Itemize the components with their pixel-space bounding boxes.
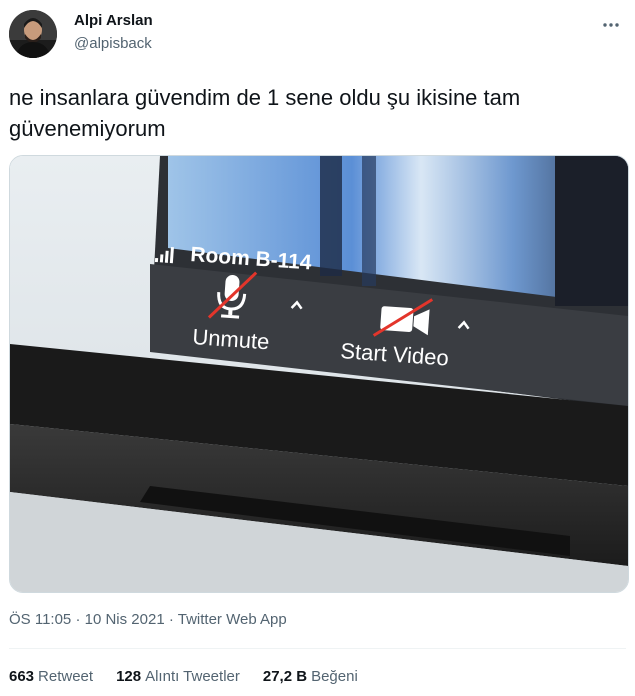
more-icon-glyph — [603, 23, 619, 27]
tweet-text: ne insanlara güvendim de 1 sene oldu şu … — [9, 85, 521, 141]
quotes-label: Alıntı Tweetler — [145, 668, 240, 685]
quotes-stat[interactable]: 128 Alıntı Tweetler — [116, 668, 240, 685]
likes-stat[interactable]: 27,2 B Beğeni — [263, 668, 358, 685]
retweets-label: Retweet — [38, 668, 94, 685]
tweet: Alpi Arslan @alpisback ne insanlara güve… — [0, 0, 635, 696]
photo-content: Room B-114 Unmute Start Video — [10, 156, 628, 592]
quotes-count: 128 — [116, 668, 142, 685]
likes-label: Beğeni — [311, 668, 358, 685]
display-name[interactable]: Alpi Arslan — [74, 12, 153, 29]
retweets-count: 663 — [9, 668, 35, 685]
tweet-source[interactable]: Twitter Web App — [178, 611, 287, 628]
likes-count: 27,2 B — [262, 668, 308, 685]
avatar[interactable] — [9, 10, 57, 58]
tweet-date[interactable]: 10 Nis 2021 — [85, 611, 165, 628]
separator: · — [168, 611, 174, 628]
separator: · — [75, 611, 81, 628]
tweet-photo[interactable]: Room B-114 Unmute Start Video — [9, 155, 629, 593]
retweets-stat[interactable]: 663 Retweet — [9, 668, 93, 685]
avatar-image — [9, 10, 57, 58]
more-icon[interactable] — [596, 10, 626, 40]
tweet-stats: 663 Retweet 128 Alıntı Tweetler 27,2 B Beğe… — [9, 668, 358, 685]
user-handle[interactable]: @alpisback — [74, 35, 152, 52]
tweet-meta: ÖS 11:05 · 10 Nis 2021 · Twitter Web App — [9, 611, 287, 628]
tweet-time[interactable]: ÖS 11:05 — [9, 611, 71, 628]
divider — [9, 648, 626, 649]
